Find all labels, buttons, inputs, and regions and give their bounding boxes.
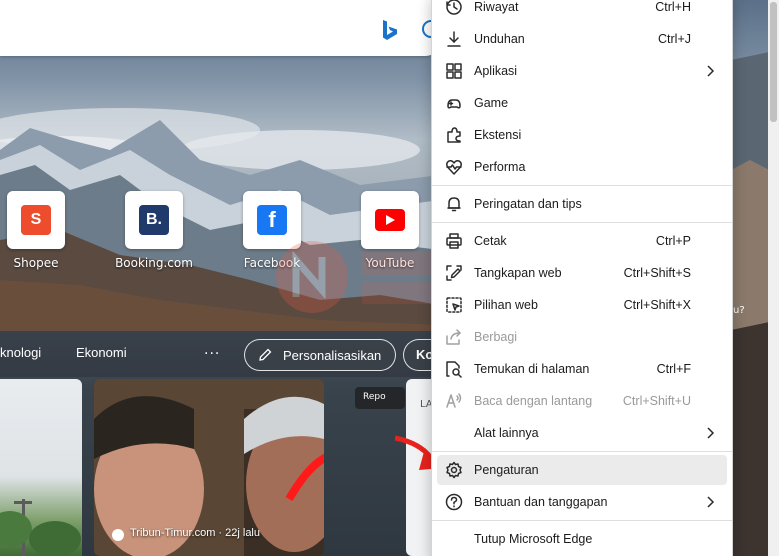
bing-icon[interactable] bbox=[380, 19, 400, 41]
menu-item-apps[interactable]: Aplikasi bbox=[437, 56, 727, 86]
menu-item-game[interactable]: Game bbox=[437, 88, 727, 118]
settings-icon bbox=[445, 461, 463, 479]
web-capture-icon bbox=[445, 264, 463, 282]
menu-item-label: Berbagi bbox=[474, 330, 518, 344]
search-bar[interactable] bbox=[0, 0, 440, 56]
chevron-right-icon bbox=[707, 427, 715, 439]
menu-item-label: Tutup Microsoft Edge bbox=[474, 532, 593, 546]
menu-item-shortcut: Ctrl+Shift+X bbox=[623, 298, 691, 312]
menu-item-label: Ekstensi bbox=[474, 128, 522, 142]
chevron-right-icon bbox=[707, 496, 715, 508]
shopee-icon: S bbox=[21, 205, 51, 235]
performance-icon bbox=[445, 158, 463, 176]
read-aloud-icon bbox=[445, 392, 463, 410]
booking-icon: B. bbox=[139, 205, 169, 235]
menu-item-help-feedback[interactable]: Bantuan dan tanggapan bbox=[437, 487, 727, 517]
report-badge[interactable]: Repo bbox=[355, 387, 405, 409]
nav-item-teknologi[interactable]: knologi bbox=[0, 345, 41, 360]
menu-item-shortcut: Ctrl+Shift+S bbox=[623, 266, 691, 280]
menu-item-find[interactable]: Temukan di halaman Ctrl+F bbox=[437, 354, 727, 384]
menu-item-shortcut: Ctrl+F bbox=[656, 362, 691, 376]
history-icon bbox=[445, 0, 463, 16]
extensions-icon bbox=[445, 126, 463, 144]
web-select-icon bbox=[445, 296, 463, 314]
quick-link-shopee[interactable]: S bbox=[7, 191, 65, 249]
menu-item-print[interactable]: Cetak Ctrl+P bbox=[437, 226, 727, 256]
menu-item-label: Unduhan bbox=[474, 32, 525, 46]
print-icon bbox=[445, 232, 463, 250]
menu-item-label: Cetak bbox=[474, 234, 507, 248]
menu-item-extensions[interactable]: Ekstensi bbox=[437, 120, 727, 150]
game-icon bbox=[445, 94, 463, 112]
menu-item-shortcut: Ctrl+Shift+U bbox=[622, 394, 691, 408]
right-strip-text: u? bbox=[733, 305, 745, 316]
menu-divider bbox=[432, 451, 732, 452]
menu-item-label: Temukan di halaman bbox=[474, 362, 590, 376]
bell-icon bbox=[445, 195, 463, 213]
chevron-right-icon bbox=[707, 65, 715, 77]
menu-item-history[interactable]: Riwayat Ctrl+H bbox=[437, 0, 727, 22]
menu-item-close-edge[interactable]: Tutup Microsoft Edge bbox=[437, 524, 727, 554]
menu-item-label: Game bbox=[474, 96, 509, 110]
personalize-label: Personalisasikan bbox=[283, 347, 382, 363]
quick-link-label: Shopee bbox=[13, 256, 59, 270]
menu-item-label: Aplikasi bbox=[474, 64, 518, 78]
menu-item-label: Tangkapan web bbox=[474, 266, 562, 280]
pencil-icon bbox=[259, 348, 272, 361]
find-icon bbox=[445, 360, 463, 378]
youtube-icon bbox=[375, 209, 405, 231]
source-icon bbox=[112, 529, 124, 541]
apps-icon bbox=[445, 62, 463, 80]
quick-link-booking[interactable]: B. bbox=[125, 191, 183, 249]
menu-item-label: Performa bbox=[474, 160, 526, 174]
menu-item-downloads[interactable]: Unduhan Ctrl+J bbox=[437, 24, 727, 54]
menu-item-settings[interactable]: Pengaturan bbox=[437, 455, 727, 485]
menu-item-label: Alat lainnya bbox=[474, 426, 539, 440]
news-card[interactable] bbox=[0, 379, 82, 556]
menu-item-label: Pilihan web bbox=[474, 298, 538, 312]
menu-item-label: Peringatan dan tips bbox=[474, 197, 582, 211]
menu-item-label: Bantuan dan tanggapan bbox=[474, 495, 608, 509]
menu-item-more-tools[interactable]: Alat lainnya bbox=[437, 418, 727, 448]
more-options-icon[interactable]: ··· bbox=[204, 346, 220, 362]
nav-item-ekonomi[interactable]: Ekonomi bbox=[76, 345, 127, 360]
menu-item-share: Berbagi bbox=[437, 322, 727, 352]
download-icon bbox=[445, 30, 463, 48]
menu-item-web-capture[interactable]: Tangkapan web Ctrl+Shift+S bbox=[437, 258, 727, 288]
help-icon bbox=[445, 493, 463, 511]
scrollbar-thumb[interactable] bbox=[770, 2, 777, 122]
menu-item-alerts-tips[interactable]: Peringatan dan tips bbox=[437, 189, 727, 219]
quick-link-label: Booking.com bbox=[115, 256, 193, 270]
news-source: Tribun-Timur.com · 22j lalu bbox=[130, 527, 260, 539]
menu-item-label: Pengaturan bbox=[474, 463, 539, 477]
menu-item-shortcut: Ctrl+H bbox=[655, 0, 691, 14]
menu-item-shortcut: Ctrl+P bbox=[655, 234, 691, 248]
menu-item-performance[interactable]: Performa bbox=[437, 152, 727, 182]
menu-item-label: Baca dengan lantang bbox=[474, 394, 593, 408]
menu-divider bbox=[432, 222, 732, 223]
menu-divider bbox=[432, 520, 732, 521]
share-icon bbox=[445, 328, 463, 346]
menu-item-label: Riwayat bbox=[474, 0, 519, 14]
personalize-button[interactable]: Personalisasikan bbox=[244, 339, 396, 371]
menu-item-web-select[interactable]: Pilihan web Ctrl+Shift+X bbox=[437, 290, 727, 320]
facebook-icon: f bbox=[257, 205, 287, 235]
menu-item-shortcut: Ctrl+J bbox=[658, 32, 691, 46]
menu-item-read-aloud: Baca dengan lantang Ctrl+Shift+U bbox=[437, 386, 727, 416]
menu-divider bbox=[432, 185, 732, 186]
